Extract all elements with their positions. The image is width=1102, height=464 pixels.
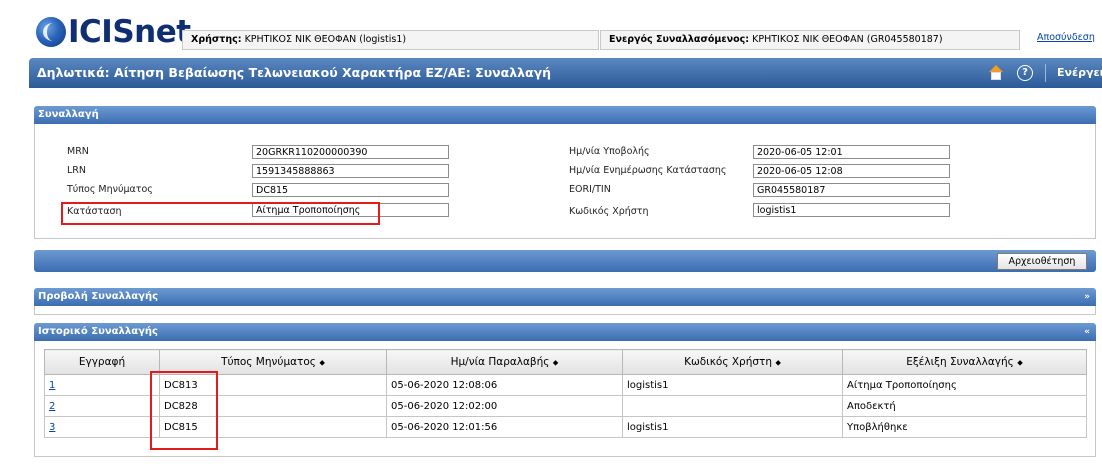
user-code-label: Κωδικός Χρήστη — [569, 206, 649, 217]
current-user-box: Χρήστης: ΚΡΗΤΙΚΟΣ ΝΙΚ ΘΕΟΦΑΝ (logistis1) — [182, 30, 599, 50]
icisnet-logo: ICISnet — [36, 12, 191, 52]
lrn-field[interactable]: 1591345888863 — [252, 164, 449, 178]
active-trader-box: Ενεργός Συναλλασόμενος: ΚΡΗΤΙΚΟΣ ΝΙΚ ΘΕΟ… — [600, 30, 1020, 50]
received-date-cell: 05-06-2020 12:08:06 — [386, 374, 623, 396]
received-date-cell: 05-06-2020 12:01:56 — [386, 416, 623, 438]
message-type-field[interactable]: DC815 — [252, 183, 449, 197]
expand-icon[interactable]: » — [1084, 288, 1090, 306]
entry-link[interactable]: 1 — [49, 380, 55, 391]
sort-icon[interactable]: ⬥ — [1017, 358, 1023, 367]
col-progress[interactable]: Εξέλιξη Συναλλαγής ⬥ — [842, 349, 1087, 375]
transaction-section-title: Συναλλαγή — [38, 109, 99, 120]
help-icon[interactable]: ? — [1017, 65, 1033, 81]
sort-icon[interactable]: ⬥ — [553, 358, 559, 367]
received-date-cell: 05-06-2020 12:02:00 — [386, 395, 623, 417]
message-type-label: Τύπος Μηνύματος — [67, 184, 153, 195]
progress-cell: Υποβλήθηκε — [842, 416, 1087, 438]
col-user-code[interactable]: Κωδικός Χρήστη ⬥ — [622, 349, 843, 375]
sort-icon[interactable]: ⬥ — [775, 358, 781, 367]
highlight-status-box — [61, 202, 380, 225]
collapse-icon[interactable]: « — [1084, 323, 1090, 341]
divider — [1045, 64, 1046, 82]
entry-link[interactable]: 2 — [49, 401, 55, 412]
status-update-date-field[interactable]: 2020-06-05 12:08 — [753, 164, 950, 178]
history-section-header[interactable]: Ιστορικό Συναλλαγής « — [34, 323, 1096, 341]
status-update-date-label: Ημ/νία Ενημέρωσης Κατάστασης — [569, 165, 727, 176]
eori-label: EORI/TIN — [569, 184, 611, 195]
page-title-bar: Δηλωτικά: Αίτηση Βεβαίωσης Τελωνειακού Χ… — [29, 58, 1102, 88]
user-code-field[interactable]: logistis1 — [753, 203, 950, 217]
history-section-title: Ιστορικό Συναλλαγής — [38, 326, 158, 337]
trader-label: Ενεργός Συναλλασόμενος: — [609, 34, 750, 45]
lrn-label: LRN — [67, 165, 86, 176]
page-title: Δηλωτικά: Αίτηση Βεβαίωσης Τελωνειακού Χ… — [37, 65, 552, 80]
submission-date-label: Ημ/νία Υποβολής — [569, 146, 650, 157]
mrn-label: MRN — [67, 146, 89, 157]
col-received-date[interactable]: Ημ/νία Παραλαβής ⬥ — [386, 349, 623, 375]
top-bar: ICISnet Χρήστης: ΚΡΗΤΙΚΟΣ ΝΙΚ ΘΕΟΦΑΝ (lo… — [0, 0, 1102, 56]
logo-text: ICISnet — [68, 14, 191, 50]
view-transaction-title: Προβολή Συναλλαγής — [38, 291, 159, 302]
logout-link[interactable]: Αποσύνδεση — [1037, 32, 1095, 43]
trader-value: ΚΡΗΤΙΚΟΣ ΝΙΚ ΘΕΟΦΑΝ (GR045580187) — [752, 34, 943, 45]
home-icon[interactable] — [989, 65, 1003, 80]
user-code-cell: logistis1 — [622, 416, 843, 438]
user-label: Χρήστης: — [191, 34, 242, 45]
globe-icon — [36, 17, 66, 47]
view-transaction-header[interactable]: Προβολή Συναλλαγής » — [34, 288, 1096, 306]
archive-bar — [34, 250, 1096, 272]
archive-button[interactable]: Αρχειοθέτηση — [997, 253, 1087, 270]
view-transaction-panel — [34, 306, 1096, 315]
progress-cell: Αποδεκτή — [842, 395, 1087, 417]
eori-field[interactable]: GR045580187 — [753, 183, 950, 197]
user-code-cell: logistis1 — [622, 374, 843, 396]
col-entry: Εγγραφή — [44, 349, 160, 375]
submission-date-field[interactable]: 2020-06-05 12:01 — [753, 145, 950, 159]
sort-icon[interactable]: ⬥ — [319, 358, 325, 367]
entry-link[interactable]: 3 — [49, 422, 55, 433]
user-value: ΚΡΗΤΙΚΟΣ ΝΙΚ ΘΕΟΦΑΝ (logistis1) — [244, 34, 407, 45]
progress-cell: Αίτημα Τροποποίησης — [842, 374, 1087, 396]
user-code-cell — [622, 395, 843, 417]
mrn-field[interactable]: 20GRKR110200000390 — [252, 145, 449, 159]
actions-menu[interactable]: Ενέργειες — [1057, 58, 1102, 88]
transaction-section-header[interactable]: Συναλλαγή — [34, 106, 1096, 124]
highlight-message-type-box — [150, 371, 218, 450]
